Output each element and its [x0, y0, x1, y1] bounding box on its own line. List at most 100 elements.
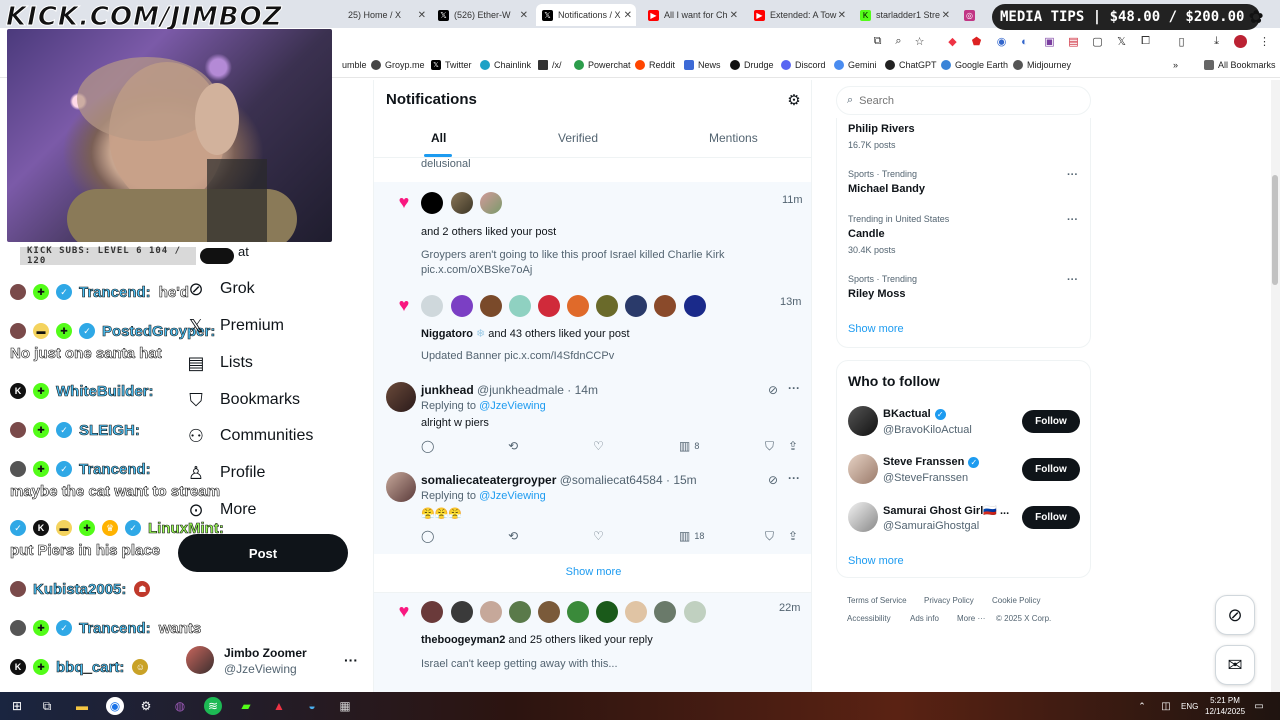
close-icon[interactable]: ✕ — [730, 10, 738, 21]
avatar[interactable] — [625, 601, 647, 623]
all-bookmarks[interactable]: All Bookmarks — [1204, 60, 1276, 70]
bookmark-item[interactable]: ChatGPT — [885, 60, 937, 70]
avatar[interactable] — [567, 601, 589, 623]
bookmark-item[interactable]: Reddit — [635, 60, 675, 70]
like-icon[interactable]: ♡ — [593, 529, 604, 543]
avatar[interactable] — [654, 601, 676, 623]
replying-handle[interactable]: @JzeViewing — [479, 490, 546, 502]
trend-name[interactable]: Michael Bandy — [848, 183, 925, 195]
bookmark-item[interactable]: News — [684, 60, 721, 70]
avatar[interactable] — [451, 192, 473, 214]
reply-cell[interactable]: somaliecateatergroyper @somaliecat64584 … — [374, 462, 811, 554]
cast-icon[interactable]: ⧉ — [871, 35, 884, 48]
close-icon[interactable]: ✕ — [838, 10, 846, 21]
avatar[interactable] — [421, 192, 443, 214]
follow-button[interactable]: Follow — [1022, 410, 1080, 433]
chevron-right-icon[interactable]: » — [1173, 60, 1178, 70]
notification-cell[interactable]: ♥ 22m theboogeyman2 and 25 others liked … — [374, 592, 811, 692]
close-icon[interactable]: ✕ — [624, 10, 632, 21]
reply-author[interactable]: somaliecateatergroyper @somaliecat64584 … — [421, 473, 697, 487]
retweet-icon[interactable]: ⟲ — [508, 529, 518, 543]
more-horizontal-icon[interactable]: ··· — [1067, 169, 1078, 181]
more-horizontal-icon[interactable]: ··· — [1067, 214, 1078, 226]
search-box[interactable]: ⌕ — [836, 86, 1091, 115]
notification-cell[interactable]: ♥ 13m Niggatoro ❄ and 43 others liked yo… — [374, 286, 811, 372]
file-explorer-icon[interactable]: ▬ — [73, 697, 91, 715]
browser-tab[interactable]: 25) Home / X ✕ — [342, 4, 430, 26]
avatar[interactable] — [538, 295, 560, 317]
grok-icon[interactable]: ⊘ — [1215, 595, 1255, 635]
windows-start-icon[interactable]: ⊞ — [8, 697, 26, 715]
account-name[interactable]: Jimbo Zoomer — [224, 646, 307, 660]
sidepanel-icon[interactable]: ▯ — [1175, 35, 1188, 48]
bookmark-item[interactable]: Chainlink — [480, 60, 531, 70]
grok-icon[interactable]: ⊘ — [768, 383, 778, 397]
steam-icon[interactable]: ⚙ — [137, 697, 155, 715]
trend-name[interactable]: Riley Moss — [848, 288, 905, 300]
tab-all[interactable]: All — [431, 131, 446, 145]
avatar[interactable] — [1234, 35, 1247, 48]
x-logo-icon[interactable]: 𝕏 — [1115, 35, 1128, 48]
extension-icon[interactable]: ◐ — [1018, 35, 1031, 48]
avatar[interactable] — [538, 601, 560, 623]
kebab-menu-icon[interactable]: ⋮ — [1258, 35, 1271, 48]
footer-link[interactable]: Terms of Service — [847, 596, 907, 605]
avatar[interactable] — [684, 601, 706, 623]
bookmark-item[interactable]: Gemini — [834, 60, 877, 70]
like-icon[interactable]: ♡ — [593, 439, 604, 453]
show-more-link[interactable]: Show more — [848, 555, 904, 567]
kick-app-icon[interactable]: ▰ — [237, 697, 255, 715]
clock[interactable]: 5:21 PM 12/14/2025 — [1205, 695, 1245, 717]
footer-link[interactable]: Privacy Policy — [924, 596, 974, 605]
avatar[interactable] — [386, 382, 416, 412]
replying-handle[interactable]: @JzeViewing — [479, 400, 546, 412]
bookmark-item[interactable]: Discord — [781, 60, 826, 70]
avatar[interactable] — [509, 295, 531, 317]
bookmark-item[interactable]: Google Earth — [941, 60, 1008, 70]
tab-verified[interactable]: Verified — [558, 131, 598, 145]
obs-icon[interactable]: ◍ — [171, 697, 189, 715]
downloads-icon[interactable]: ⤓ — [1210, 35, 1223, 48]
search-input[interactable] — [859, 94, 1060, 107]
language-indicator[interactable]: ENG — [1181, 702, 1198, 711]
scrollbar[interactable] — [1271, 80, 1280, 692]
chrome-icon[interactable]: ◉ — [106, 697, 124, 715]
retweet-icon[interactable]: ⟲ — [508, 439, 518, 453]
bookmark-icon[interactable]: ⛉ — [765, 439, 774, 454]
tab-mentions[interactable]: Mentions — [709, 131, 758, 145]
gear-icon[interactable]: ⚙ — [786, 92, 802, 109]
nav-bookmarks[interactable]: ⛉ Bookmarks — [186, 385, 300, 415]
grok-icon[interactable]: ⊘ — [768, 473, 778, 487]
avatar[interactable] — [480, 192, 502, 214]
bookmark-item[interactable]: Midjourney — [1013, 60, 1071, 70]
reply-cell[interactable]: junkhead @junkheadmale · 14m ⊘ ··· Reply… — [374, 372, 811, 462]
views-stat[interactable]: ▥ 8 — [679, 439, 699, 453]
browser-tab[interactable]: 𝕏 (526) Ether-W ✕ — [432, 4, 532, 26]
zoom-icon[interactable]: ⌕ — [892, 35, 905, 48]
browser-tab-active[interactable]: 𝕏 Notifications / X ✕ — [536, 4, 636, 26]
trend-name[interactable]: Philip Rivers — [848, 123, 915, 135]
avatar[interactable] — [848, 454, 878, 484]
views-stat[interactable]: ▥ 18 — [679, 529, 704, 543]
extension-icon[interactable]: ◉ — [995, 35, 1008, 48]
more-horizontal-icon[interactable]: ··· — [1067, 274, 1078, 286]
bookmark-item[interactable]: umble — [342, 60, 367, 70]
follow-suggestion-name[interactable]: Steve Franssen ✓ — [883, 456, 980, 468]
avatar[interactable] — [451, 601, 473, 623]
browser-tab[interactable]: ◎ — [958, 4, 978, 26]
notification-center-icon[interactable]: ▭ — [1250, 697, 1268, 715]
bookmark-icon[interactable]: ⛉ — [765, 529, 774, 544]
show-more-link[interactable]: Show more — [848, 323, 904, 335]
bookmark-item[interactable]: Powerchat — [574, 60, 631, 70]
avatar[interactable] — [421, 601, 443, 623]
app-icon[interactable]: ◒ — [303, 697, 321, 715]
close-icon[interactable]: ✕ — [942, 10, 950, 21]
nav-more[interactable]: ⊙ More — [186, 495, 256, 525]
share-icon[interactable]: ⇪ — [788, 529, 798, 543]
account-handle[interactable]: @JzeViewing — [224, 662, 297, 676]
app-icon[interactable]: ▦ — [336, 697, 354, 715]
avatar[interactable] — [480, 601, 502, 623]
extension-icon[interactable]: ▣ — [1043, 35, 1056, 48]
browser-tab[interactable]: ▶ Extended: A Tow ✕ — [748, 4, 850, 26]
close-icon[interactable]: ✕ — [520, 10, 528, 21]
